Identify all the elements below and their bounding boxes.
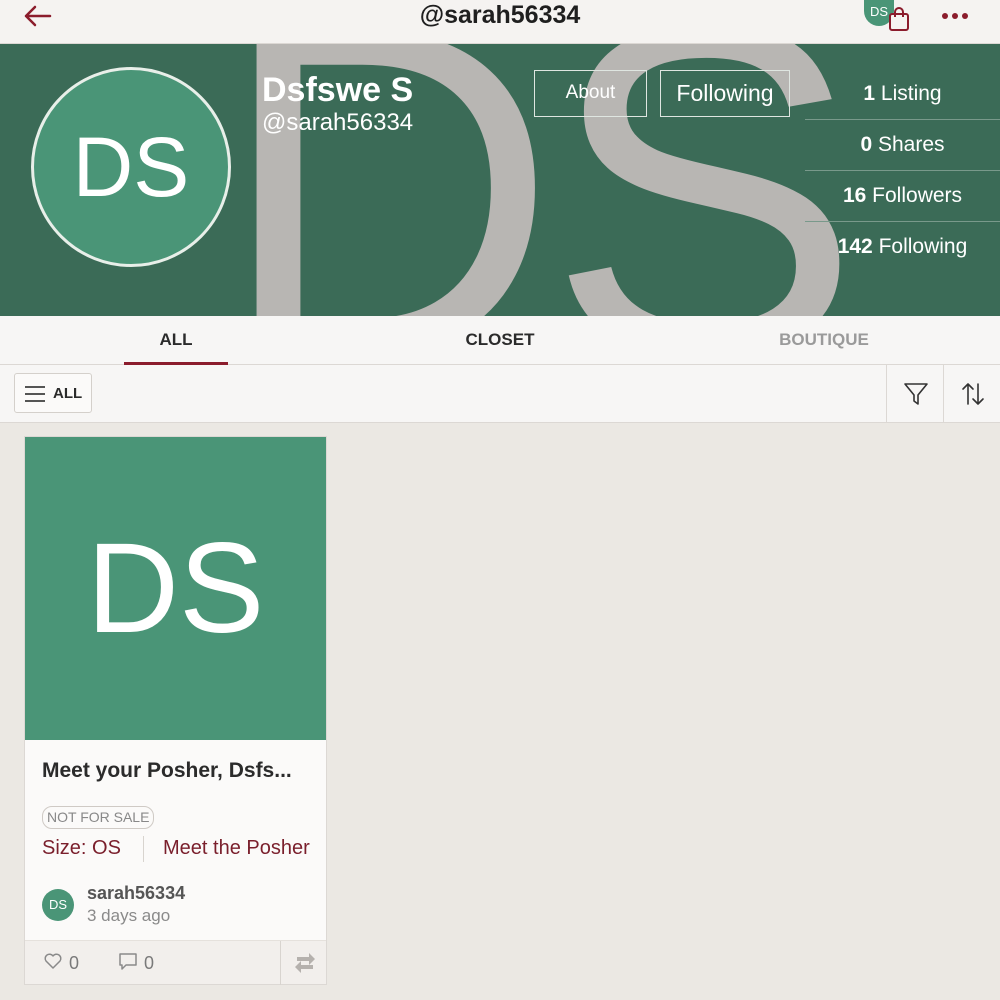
comment-count: 0	[144, 953, 155, 973]
listing-title[interactable]: Meet your Posher, Dsfs...	[42, 759, 292, 783]
profile-handle: @sarah56334	[262, 109, 414, 136]
profile-avatar[interactable]: DS	[31, 67, 231, 267]
share-button[interactable]	[280, 941, 326, 985]
stat-following[interactable]: 142 Following	[805, 222, 1000, 273]
not-for-sale-badge: NOT FOR SALE	[42, 806, 155, 829]
following-button[interactable]: Following	[660, 70, 790, 117]
stat-label: Shares	[877, 133, 945, 156]
stat-followers[interactable]: 16 Followers	[805, 171, 1000, 222]
seller-name[interactable]: sarah56334	[87, 883, 185, 904]
profile-header: DS DS Dsfswe S @sarah56334 About Followi…	[0, 44, 1000, 316]
top-bar: @sarah56334 DS	[0, 0, 1000, 44]
closet-tabs: ALL CLOSET BOUTIQUE	[0, 316, 1000, 365]
meet-the-posher-link[interactable]: Meet the Posher	[163, 837, 310, 860]
stat-label: Followers	[872, 184, 963, 207]
filter-button[interactable]	[886, 365, 943, 423]
sort-arrows-icon	[962, 383, 984, 405]
stat-count: 1	[863, 82, 876, 105]
posted-time: 3 days ago	[87, 906, 171, 925]
stat-count: 0	[860, 133, 873, 156]
about-button[interactable]: About	[534, 70, 647, 117]
stat-label: Listing	[880, 82, 942, 105]
more-options-button[interactable]	[940, 6, 976, 24]
listing-actions: 0 0	[25, 940, 326, 985]
profile-stats: 1 Listing 0 Shares 16 Followers 142 Foll…	[805, 69, 1000, 273]
stat-listing[interactable]: 1 Listing	[805, 69, 1000, 120]
display-name: Dsfswe S	[262, 71, 414, 109]
divider	[143, 836, 144, 862]
stat-count: 16	[842, 184, 867, 207]
comment-icon	[119, 953, 137, 970]
stat-shares[interactable]: 0 Shares	[805, 120, 1000, 171]
like-button[interactable]: 0	[43, 951, 79, 977]
shopping-bag-icon	[889, 7, 909, 31]
tab-all[interactable]: ALL	[124, 316, 228, 365]
funnel-icon	[904, 383, 928, 405]
filter-bar: ALL	[0, 365, 1000, 423]
page-title: @sarah56334	[419, 1, 581, 29]
seller-avatar[interactable]: DS	[42, 889, 74, 921]
sort-button[interactable]	[943, 365, 1000, 423]
size-link[interactable]: Size: OS	[42, 837, 121, 860]
listing-image[interactable]: DS	[25, 437, 326, 740]
share-arrows-icon	[295, 953, 315, 973]
listing-card[interactable]: DS Meet your Posher, Dsfs... NOT FOR SAL…	[24, 436, 327, 985]
menu-icon	[25, 386, 45, 402]
like-count: 0	[69, 953, 80, 973]
tab-boutique[interactable]: BOUTIQUE	[760, 316, 888, 365]
heart-icon	[44, 953, 62, 969]
category-filter-label: ALL	[53, 385, 83, 402]
account-bag-button[interactable]: DS	[862, 0, 914, 34]
more-dots-icon	[940, 6, 970, 23]
stat-count: 142	[837, 235, 873, 258]
comment-button[interactable]: 0	[118, 951, 154, 977]
category-filter-button[interactable]: ALL	[14, 373, 92, 413]
tab-closet[interactable]: CLOSET	[430, 316, 570, 365]
stat-label: Following	[878, 235, 968, 258]
